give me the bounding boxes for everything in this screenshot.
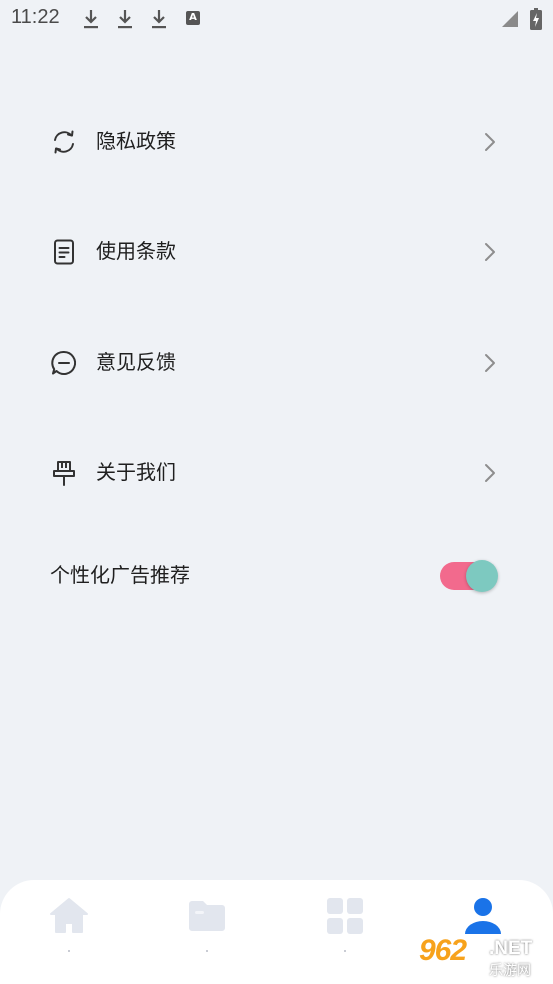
refresh-icon: [54, 130, 74, 154]
chevron-right-icon: [485, 354, 495, 372]
menu-item-label: 使用条款: [96, 239, 176, 263]
download-icon: [152, 10, 166, 29]
menu-item-label: 关于我们: [96, 460, 176, 484]
personalized-ads-label: 个性化广告推荐: [50, 563, 190, 587]
status-time: 11:22: [11, 6, 60, 28]
grid-icon[interactable]: [325, 896, 365, 936]
menu-item-label: 意见反馈: [96, 350, 176, 374]
chevron-right-icon: [485, 133, 495, 151]
watermark-domain: .NET: [489, 938, 533, 959]
download-icon: [84, 10, 98, 29]
watermark-logo: 962 .NET 乐游网: [415, 934, 551, 982]
chat-icon: [51, 350, 76, 375]
folder-icon[interactable]: [187, 896, 227, 936]
watermark-number: 962: [419, 934, 467, 967]
user-icon[interactable]: [463, 896, 503, 936]
pin-icon: [53, 461, 75, 486]
download-icon: [118, 10, 132, 29]
menu-item-privacy-policy[interactable]: 隐私政策: [0, 101, 553, 181]
toggle-thumb: [466, 560, 498, 592]
document-icon: [54, 239, 74, 265]
signal-icon: [502, 11, 518, 27]
personalized-ads-setting: 个性化广告推荐: [0, 548, 553, 604]
home-icon[interactable]: [49, 896, 89, 936]
battery-charging-icon: [530, 8, 542, 30]
chevron-right-icon: [485, 464, 495, 482]
watermark-brand: 乐游网: [489, 963, 531, 979]
menu-item-terms-of-use[interactable]: 使用条款: [0, 211, 553, 291]
tab-indicator-dot: [344, 950, 346, 952]
menu-item-label: 隐私政策: [96, 129, 176, 153]
tab-indicator-dot: [206, 950, 208, 952]
menu-item-about-us[interactable]: 关于我们: [0, 432, 553, 512]
status-bar: 11:22 A: [0, 0, 553, 38]
menu-item-feedback[interactable]: 意见反馈: [0, 322, 553, 402]
personalized-ads-toggle[interactable]: [440, 560, 498, 592]
tab-indicator-dot: [68, 950, 70, 952]
chevron-right-icon: [485, 243, 495, 261]
input-method-icon: A: [186, 11, 200, 25]
